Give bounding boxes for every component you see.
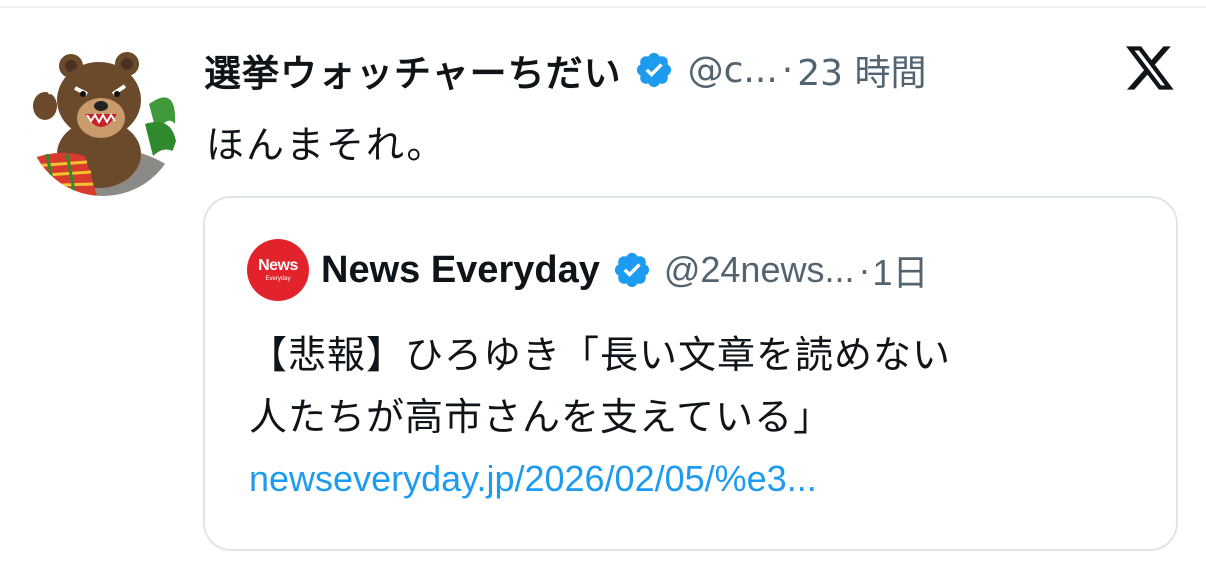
author-display-name[interactable]: 選挙ウォッチャーちだい	[204, 43, 622, 97]
tweet-text: ほんまそれ。	[206, 123, 447, 167]
x-logo-icon[interactable]	[1124, 44, 1176, 92]
quoted-tweet-timestamp[interactable]: 1日	[872, 244, 928, 296]
bear-avatar-icon[interactable]	[27, 44, 179, 196]
separator-dot: ·	[781, 49, 794, 91]
tweet-timestamp[interactable]: 23 時間	[797, 44, 926, 96]
verified-badge-icon	[636, 52, 671, 88]
quoted-tweet-text: 【悲報】ひろゆき「長い文章を読めない 人たちが高市さんを支えている」	[249, 324, 1149, 448]
quoted-tweet-header: News Everyday News Everyday @24news... ·…	[247, 239, 929, 301]
news-everyday-avatar[interactable]: News Everyday	[247, 239, 309, 301]
top-divider	[0, 6, 1206, 8]
quoted-tweet-card[interactable]: News Everyday News Everyday @24news... ·…	[203, 196, 1178, 551]
quoted-text-line: 【悲報】ひろゆき「長い文章を読めない	[249, 333, 952, 377]
verified-badge-icon	[614, 252, 649, 288]
avatar-logo-subtext: Everyday	[265, 276, 291, 282]
quoted-text-line: 人たちが高市さんを支えている」	[249, 395, 833, 439]
avatar-logo-text: News	[258, 257, 298, 274]
separator-dot: ·	[858, 249, 871, 290]
quoted-author-display-name[interactable]: News Everyday	[321, 249, 600, 292]
tweet-header: 選挙ウォッチャーちだい @c... · 23 時間	[204, 40, 926, 100]
quoted-author-handle[interactable]: @24news...	[664, 249, 855, 291]
author-handle[interactable]: @c...	[688, 50, 778, 91]
quoted-tweet-link[interactable]: newseveryday.jp/2026/02/05/%e3...	[249, 458, 817, 500]
